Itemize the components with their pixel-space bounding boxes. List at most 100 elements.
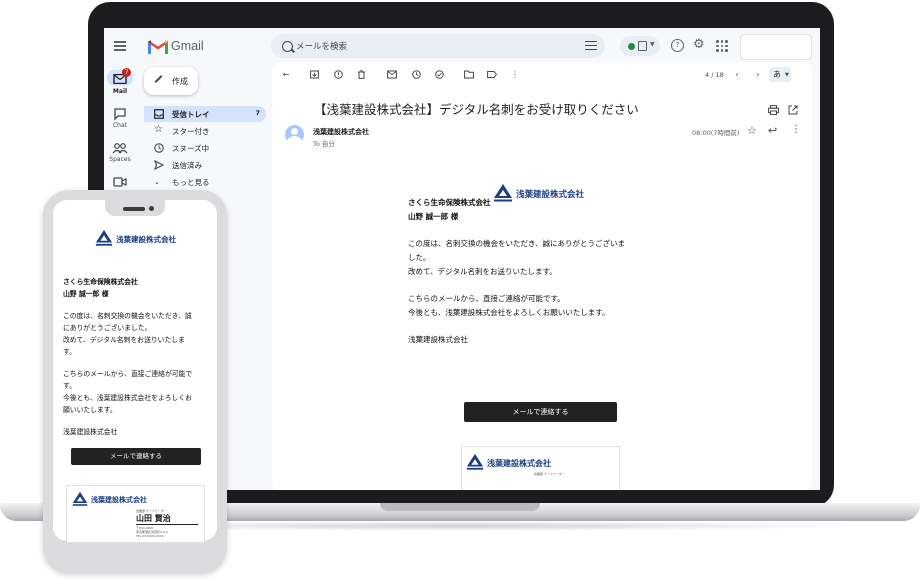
phone-email-body: さくら生命保険株式会社 山野 誠一郎 様 この度は、名刺交換の機会をいただき、誠… xyxy=(63,276,213,438)
clock-icon xyxy=(154,143,164,153)
spaces-icon xyxy=(112,142,128,154)
reply-icon[interactable]: ↩ xyxy=(768,124,777,137)
report-spam-icon[interactable] xyxy=(333,70,343,79)
rail-mail[interactable]: Mail xyxy=(104,73,136,95)
phone-body-line: にありがとうございました。 xyxy=(63,324,152,332)
compose-label: 作成 xyxy=(172,77,188,86)
recipient-company: さくら生命保険株式会社 xyxy=(408,198,491,207)
calendar-icon xyxy=(638,41,647,51)
phone-body-line: 今後とも、浅葉建設株式会社をよろしくお xyxy=(63,394,192,402)
trash-icon[interactable] xyxy=(356,70,366,79)
status-active-icon xyxy=(628,43,635,50)
pagination-count: 4 / 18 xyxy=(705,71,724,79)
phone-notch xyxy=(105,196,165,216)
star-icon[interactable]: ☆ xyxy=(747,124,757,137)
account-area[interactable] xyxy=(740,34,812,60)
chevron-right-icon[interactable]: › xyxy=(753,70,763,79)
gear-icon[interactable]: ⚙ xyxy=(693,37,705,52)
chat-icon xyxy=(112,108,128,121)
phone-camera xyxy=(149,206,154,211)
phone-card-logo-icon xyxy=(72,491,88,506)
rail-chat[interactable]: Chat xyxy=(104,108,136,129)
phone-body-line: 改めて、デジタル名刺をお送りいたしま xyxy=(63,336,185,344)
gmail-wordmark: Gmail xyxy=(171,39,204,53)
card-company-text: 浅葉建設株式会社 xyxy=(487,459,551,468)
open-new-window-icon[interactable] xyxy=(788,100,798,119)
nav-sent-label: 送信済み xyxy=(172,161,202,170)
chevron-down-icon: ▼ xyxy=(785,72,789,78)
phone-card-details: 〒000-0000 東京都港区浅葉町0-0-0 TEL 03-0000-0000 xyxy=(136,526,168,538)
gmail-logo-icon xyxy=(148,40,168,54)
body-line: この度は、名刺交換の機会をいただき、誠にありがとうございま xyxy=(408,239,625,248)
recipient-line[interactable]: To 自分 xyxy=(313,138,335,148)
nav-snoozed-label: スヌーズ中 xyxy=(172,144,210,153)
email-subject: 【浅葉建設株式会社】デジタル名刺をお受け取りください xyxy=(314,102,639,117)
rail-spaces[interactable]: Spaces xyxy=(104,142,136,163)
phone-signature: 浅葉建設株式会社 xyxy=(63,428,118,436)
message-time: 08:00(7時間前) xyxy=(692,129,740,137)
nav-snoozed[interactable]: スヌーズ中 xyxy=(144,140,266,156)
label-icon[interactable] xyxy=(487,70,498,79)
phone-speaker xyxy=(123,207,145,211)
phone-body-line: こちらのメールから、直接ご連絡が可能で xyxy=(63,370,193,378)
chevron-left-icon[interactable]: ‹ xyxy=(732,70,742,79)
print-icon[interactable] xyxy=(768,100,779,119)
sender-name[interactable]: 浅葉建設株式会社 xyxy=(313,127,369,137)
rail-meet[interactable] xyxy=(104,176,136,190)
card-logo-icon xyxy=(466,453,484,470)
phone-body-line: 願いいたします。 xyxy=(63,406,117,414)
move-to-icon[interactable] xyxy=(464,70,474,79)
search-icon[interactable] xyxy=(282,41,293,52)
inbox-icon xyxy=(154,109,164,119)
phone-logo-text: 浅葉建設株式会社 xyxy=(116,235,176,244)
nav-starred-label: スター付き xyxy=(172,127,210,136)
archive-icon[interactable] xyxy=(309,70,319,79)
more-vert-icon[interactable]: ⋮ xyxy=(510,70,520,79)
nav-inbox-label: 受信トレイ xyxy=(172,110,210,119)
more-vert-icon[interactable]: ⋮ xyxy=(791,124,801,135)
phone-recipient-company: さくら生命保険株式会社 xyxy=(63,278,138,286)
rail-spaces-label: Spaces xyxy=(109,156,131,163)
card-detail-line: TEL 03-0000-0000 xyxy=(136,534,164,538)
chevron-down-icon: ⌄ xyxy=(154,178,160,186)
rail-chat-label: Chat xyxy=(112,122,128,129)
phone-recipient-name: 山野 誠一郎 様 xyxy=(63,290,109,298)
snooze-icon[interactable] xyxy=(411,70,421,79)
signature: 浅葉建設株式会社 xyxy=(408,335,468,344)
back-arrow-icon[interactable]: ← xyxy=(281,70,291,79)
mail-unread-badge: 7 xyxy=(122,68,131,77)
body-line: した。 xyxy=(408,253,431,262)
body-line: こちらのメールから、直接ご連絡が可能です。 xyxy=(408,294,565,303)
nav-more[interactable]: ⌄ もっと見る xyxy=(144,174,266,190)
phone-card-name: 山田 賢治 xyxy=(136,514,171,523)
nav-more-label: もっと見る xyxy=(172,178,210,187)
laptop-notch xyxy=(380,503,540,511)
nav-sent[interactable]: 送信済み xyxy=(144,157,266,173)
avatar xyxy=(285,125,304,144)
search-input[interactable]: メールを検索 xyxy=(296,40,347,52)
input-tools-label: あ xyxy=(773,70,781,79)
send-icon xyxy=(154,160,164,170)
phone-logo-icon xyxy=(95,229,113,246)
video-icon xyxy=(112,176,128,188)
email-body: さくら生命保険株式会社 山野 誠一郎 様 この度は、名刺交換の機会をいただき、誠… xyxy=(408,196,678,347)
phone-card-company-text: 浅葉建設株式会社 xyxy=(91,496,147,504)
nav-inbox-count: 7 xyxy=(255,109,260,117)
body-line: 今後とも、浅葉建設株式会社をよろしくお願いいたします。 xyxy=(408,308,610,317)
card-title: 営業部 チーフリーダー xyxy=(534,472,565,476)
body-line: 改めて、デジタル名刺をお送りいたします。 xyxy=(408,267,557,276)
rail-mail-label: Mail xyxy=(112,88,128,95)
phone-body-line: す。 xyxy=(63,382,76,390)
contact-by-email-button[interactable]: メールで連絡する xyxy=(464,402,617,422)
mark-unread-icon[interactable] xyxy=(387,70,397,79)
chevron-down-icon: ▼ xyxy=(650,41,655,48)
compose-button[interactable] xyxy=(144,67,198,95)
help-icon[interactable]: ? xyxy=(671,39,684,52)
menu-icon[interactable] xyxy=(114,41,126,51)
phone-contact-by-email-button[interactable]: メールで連絡する xyxy=(71,448,201,465)
nav-starred[interactable]: ☆ スター付き xyxy=(144,123,266,139)
nav-inbox[interactable]: 受信トレイ 7 xyxy=(144,106,266,122)
apps-grid-icon[interactable] xyxy=(716,40,728,52)
add-task-icon[interactable] xyxy=(434,70,444,79)
search-options-icon[interactable] xyxy=(585,40,597,51)
